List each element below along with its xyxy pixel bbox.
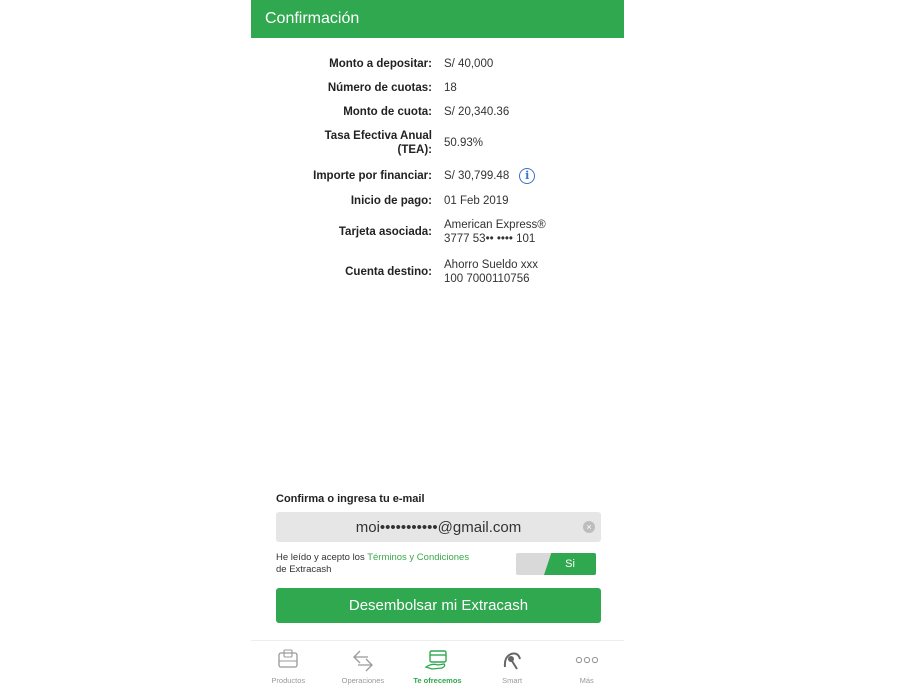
detail-label: Monto de cuota: (343, 106, 432, 118)
detail-value: 18 (444, 82, 457, 94)
phone-screen: Confirmación Monto a depositar: S/ 40,00… (251, 0, 624, 688)
detail-row-inicio: Inicio de pago: 01 Feb 2019 (251, 194, 624, 208)
detail-row-cuenta: Cuenta destino: Ahorro Sueldo xxx 100 70… (251, 258, 624, 286)
detail-label: Importe por financiar: (313, 170, 432, 182)
card-hand-icon (425, 650, 448, 670)
email-section: Confirma o ingresa tu e-mail moi••••••••… (276, 493, 601, 623)
detail-label-line: Tasa Efectiva Anual (324, 130, 432, 142)
app-header: Confirmación (251, 0, 624, 38)
detail-label: Tasa Efectiva Anual (TEA): (251, 129, 432, 157)
detail-label: Monto a depositar: (329, 58, 432, 70)
email-input[interactable]: moi•••••••••••@gmail.com × (276, 512, 601, 542)
detail-value: American Express® 3777 53•• •••• 101 (444, 218, 546, 246)
email-label: Confirma o ingresa tu e-mail (276, 493, 425, 505)
transfer-arrows-icon (352, 650, 373, 672)
terms-suffix: de Extracash (276, 564, 332, 575)
toggle-on-label: Si (544, 553, 596, 575)
terms-text: He leído y acepto los Términos y Condici… (276, 552, 516, 576)
info-icon[interactable]: i (519, 168, 536, 184)
confirmation-details: Monto a depositar: S/ 40,000 Número de c… (251, 57, 624, 296)
detail-label: Número de cuotas: (327, 82, 432, 94)
tab-mas[interactable]: Más (549, 641, 624, 689)
clear-icon[interactable]: × (583, 521, 595, 533)
detail-value-line: American Express® (444, 219, 546, 231)
detail-row-importe: Importe por financiar: S/ 30,799.48 i (251, 168, 624, 184)
smart-hand-icon (503, 652, 522, 670)
terms-prefix: He leído y acepto los (276, 552, 368, 563)
tab-label: Operaciones (341, 676, 385, 685)
detail-label: Inicio de pago: (350, 195, 432, 207)
detail-value-line: 100 7000110756 (444, 273, 530, 285)
detail-row-monto: Monto a depositar: S/ 40,000 (251, 57, 624, 71)
detail-value: S/ 20,340.36 (444, 106, 510, 118)
terms-link[interactable]: Términos y Condiciones (367, 552, 469, 563)
detail-value: S/ 40,000 (444, 58, 494, 70)
detail-row-tea: Tasa Efectiva Anual (TEA): 50.93% (251, 129, 624, 157)
tab-te-ofrecemos[interactable]: Te ofrecemos (400, 641, 475, 689)
detail-label: Cuenta destino: (345, 266, 432, 278)
disburse-button[interactable]: Desembolsar mi Extracash (276, 588, 601, 623)
detail-value-line: 3777 53•• •••• 101 (444, 233, 536, 245)
more-dots-icon (575, 656, 598, 664)
tab-smart[interactable]: Smart (475, 641, 550, 689)
email-value: moi•••••••••••@gmail.com (355, 518, 522, 536)
detail-row-tarjeta: Tarjeta asociada: American Express® 3777… (251, 218, 624, 246)
terms-toggle[interactable]: Si (516, 553, 596, 575)
detail-value-line: Ahorro Sueldo xxx (444, 259, 538, 271)
tab-label: Más (579, 676, 594, 685)
detail-value: 01 Feb 2019 (444, 195, 509, 207)
tab-label: Smart (502, 676, 523, 685)
wallet-icon (278, 649, 298, 668)
detail-value-text: S/ 30,799.48 (444, 170, 510, 182)
bottom-tab-bar: Productos Operaciones Te ofrecemos Smart… (251, 640, 624, 689)
detail-value: S/ 30,799.48 i (444, 168, 536, 184)
detail-label: Tarjeta asociada: (338, 226, 432, 238)
tab-operaciones[interactable]: Operaciones (326, 641, 401, 689)
page-title: Confirmación (265, 10, 360, 27)
tab-label: Te ofrecemos (413, 676, 462, 685)
tab-label: Productos (271, 676, 306, 685)
tab-productos[interactable]: Productos (251, 641, 326, 689)
detail-row-cuotas: Número de cuotas: 18 (251, 81, 624, 95)
detail-value: 50.93% (444, 137, 484, 149)
detail-row-monto-cuota: Monto de cuota: S/ 20,340.36 (251, 105, 624, 119)
detail-label-line: (TEA): (397, 144, 433, 156)
detail-value: Ahorro Sueldo xxx 100 7000110756 (444, 258, 538, 286)
terms-row: He leído y acepto los Términos y Condici… (276, 552, 601, 576)
